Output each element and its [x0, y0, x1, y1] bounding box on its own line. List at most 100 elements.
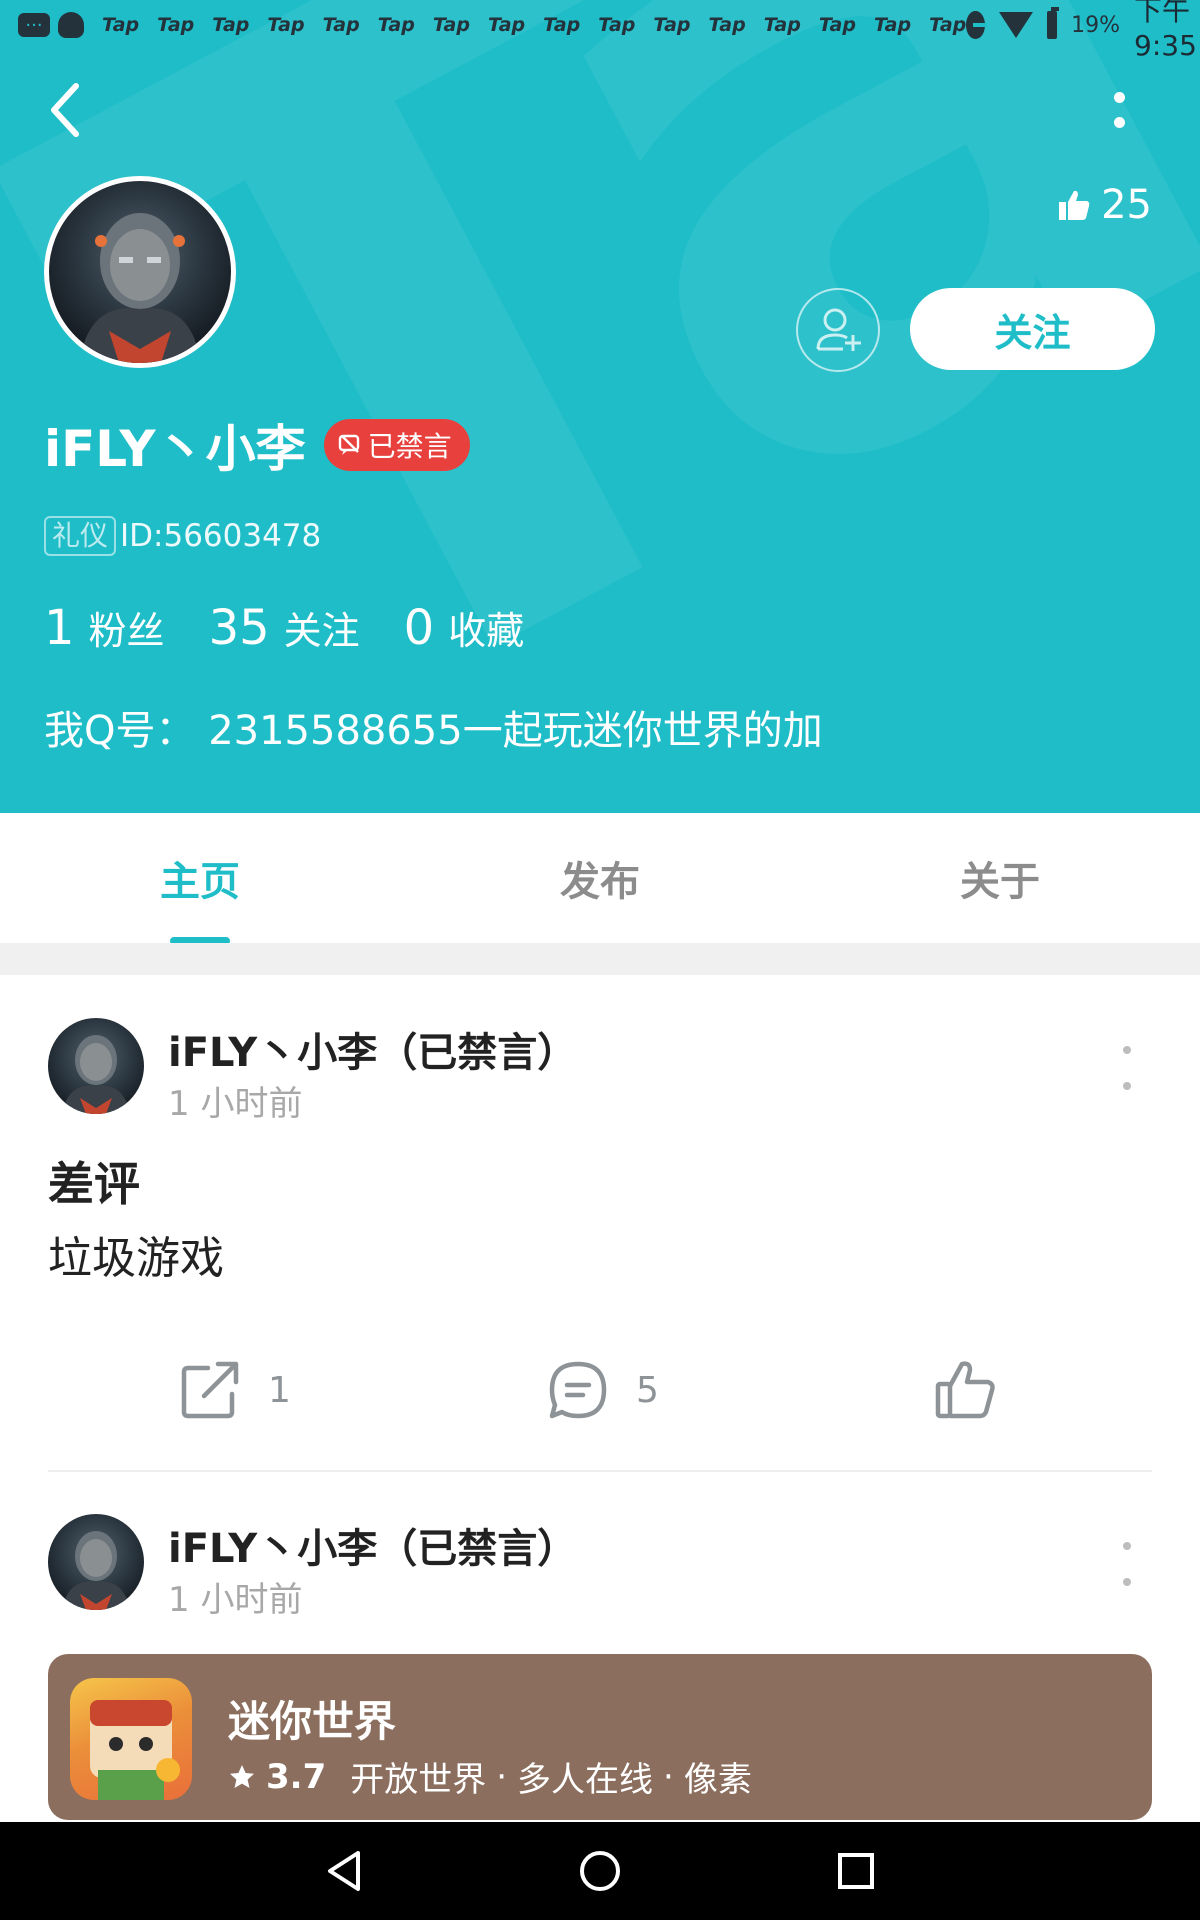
post-header[interactable]: iFLY丶小李（已禁言） 1 小时前 — [48, 1514, 1152, 1620]
followers-stat[interactable]: 1 粉丝 — [44, 600, 165, 656]
muted-chat-icon — [338, 434, 359, 455]
avatar[interactable] — [48, 1018, 144, 1114]
add-friend-button[interactable] — [796, 288, 880, 372]
square-recents-icon — [838, 1853, 874, 1889]
chevron-left-icon — [51, 83, 79, 137]
battery-icon — [1046, 7, 1059, 39]
taptap-notification-icon: Tap — [763, 14, 801, 36]
post-title[interactable]: 差评 — [48, 1148, 140, 1214]
post-more-button[interactable] — [1112, 1046, 1142, 1090]
system-navigation-bar — [0, 1822, 1200, 1920]
game-tag: 像素 — [683, 1760, 752, 1800]
dot-icon — [1113, 92, 1125, 103]
taptap-notification-icon: Tap — [929, 14, 967, 36]
user-bio: 我Q号： 2315588655一起玩迷你世界的加 — [44, 708, 823, 754]
user-id: ID:56603478 — [120, 518, 322, 554]
like-button[interactable] — [934, 1350, 998, 1430]
post-divider — [48, 1470, 1152, 1472]
tab-home[interactable]: 主页 — [0, 813, 400, 943]
taptap-notification-icon: Tap — [157, 14, 195, 36]
taptap-notification-icon: Tap — [322, 14, 360, 36]
wifi-icon — [998, 12, 1033, 38]
nav-back-button[interactable] — [314, 1841, 374, 1901]
clock: 下午9:35 — [1134, 0, 1197, 62]
notification-icons: ··· Tap Tap Tap Tap Tap Tap Tap Tap Tap … — [18, 12, 966, 38]
taptap-notification-icon: Tap — [102, 14, 140, 36]
taptap-notification-icon: Tap — [377, 14, 415, 36]
thumbs-up-outline-icon — [935, 1361, 995, 1419]
stat-label: 粉丝 — [88, 609, 165, 653]
taptap-notification-icon: Tap — [267, 14, 305, 36]
tag-separator: · — [496, 1756, 508, 1797]
dot-icon — [1123, 1082, 1131, 1090]
back-button[interactable] — [40, 80, 90, 140]
thumbs-up-icon — [1059, 190, 1090, 220]
dot-icon — [1123, 1046, 1131, 1054]
game-rating: 3.7 — [266, 1756, 327, 1797]
triangle-back-icon — [328, 1851, 360, 1891]
follow-button[interactable]: 关注 — [910, 288, 1155, 370]
id-row: 礼仪 ID:56603478 — [44, 514, 321, 558]
stat-value: 0 — [403, 600, 435, 656]
qq-icon — [58, 12, 84, 38]
dot-icon — [1123, 1542, 1131, 1550]
post-body[interactable]: 垃圾游戏 — [48, 1222, 224, 1286]
post-author[interactable]: iFLY丶小李（已禁言） — [168, 1020, 577, 1078]
post-author[interactable]: iFLY丶小李（已禁言） — [168, 1516, 577, 1574]
post-time: 1 小时前 — [168, 1580, 303, 1620]
profile-header: Tap Tap ··· Tap Tap Tap Tap Tap Tap Tap T… — [0, 0, 1200, 813]
game-icon — [70, 1678, 192, 1800]
nav-home-button[interactable] — [570, 1841, 630, 1901]
robot-avatar-icon — [79, 213, 201, 363]
game-tag: 开放世界 — [350, 1760, 487, 1800]
game-meta: 3.7 开放世界 · 多人在线 · 像素 — [228, 1752, 752, 1801]
profile-tabs: 主页 发布 关于 — [0, 813, 1200, 943]
comment-button[interactable]: 5 — [546, 1350, 659, 1430]
likes-count: 25 — [1057, 180, 1152, 230]
section-divider — [0, 943, 1200, 975]
comment-count: 5 — [636, 1369, 659, 1411]
robot-avatar-icon — [62, 1035, 130, 1114]
game-card[interactable]: 迷你世界 3.7 开放世界 · 多人在线 · 像素 — [48, 1654, 1152, 1820]
message-icon: ··· — [18, 13, 50, 37]
dot-icon — [1123, 1578, 1131, 1586]
post-more-button[interactable] — [1112, 1542, 1142, 1586]
taptap-notification-icon: Tap — [487, 14, 526, 36]
more-options-button[interactable] — [1094, 80, 1144, 140]
likes-number: 25 — [1101, 182, 1152, 228]
taptap-watermark: Tap Tap — [0, 0, 1200, 813]
taptap-notification-icon: Tap — [708, 14, 746, 36]
post-header[interactable]: iFLY丶小李（已禁言） 1 小时前 — [48, 1018, 1152, 1124]
tab-posts[interactable]: 发布 — [400, 813, 800, 943]
share-button[interactable]: 1 — [178, 1350, 291, 1430]
name-row: iFLY丶小李 已禁言 — [44, 410, 470, 480]
mini-world-character-icon — [90, 1700, 180, 1800]
muted-badge-label: 已禁言 — [367, 430, 452, 463]
muted-badge: 已禁言 — [323, 419, 470, 471]
following-stat[interactable]: 35 关注 — [209, 600, 360, 656]
taptap-notification-icon: Tap — [212, 14, 250, 36]
taptap-notification-icon: Tap — [653, 14, 691, 36]
post-actions: 1 5 — [0, 1350, 1200, 1430]
tag-separator: · — [663, 1756, 674, 1797]
share-icon — [181, 1361, 239, 1419]
post-time: 1 小时前 — [168, 1084, 303, 1124]
favorites-stat[interactable]: 0 收藏 — [404, 600, 525, 656]
status-bar: ··· Tap Tap Tap Tap Tap Tap Tap Tap Tap … — [0, 0, 1200, 62]
stat-value: 35 — [208, 600, 270, 656]
stat-value: 1 — [44, 600, 75, 656]
tab-about[interactable]: 关于 — [800, 813, 1200, 943]
add-user-icon — [816, 308, 861, 351]
game-tag: 多人在线 — [517, 1760, 654, 1800]
user-name: iFLY丶小李 — [44, 420, 306, 478]
avatar[interactable] — [44, 176, 236, 368]
nav-recents-button[interactable] — [826, 1841, 886, 1901]
system-status: 19% 下午9:35 — [966, 0, 1200, 62]
comment-icon — [549, 1361, 607, 1419]
game-name: 迷你世界 — [228, 1697, 397, 1746]
star-icon — [230, 1764, 254, 1788]
battery-percent: 19% — [1071, 12, 1121, 38]
taptap-notification-icon: Tap — [432, 14, 470, 36]
avatar[interactable] — [48, 1514, 144, 1610]
etiquette-tag[interactable]: 礼仪 — [44, 516, 117, 556]
